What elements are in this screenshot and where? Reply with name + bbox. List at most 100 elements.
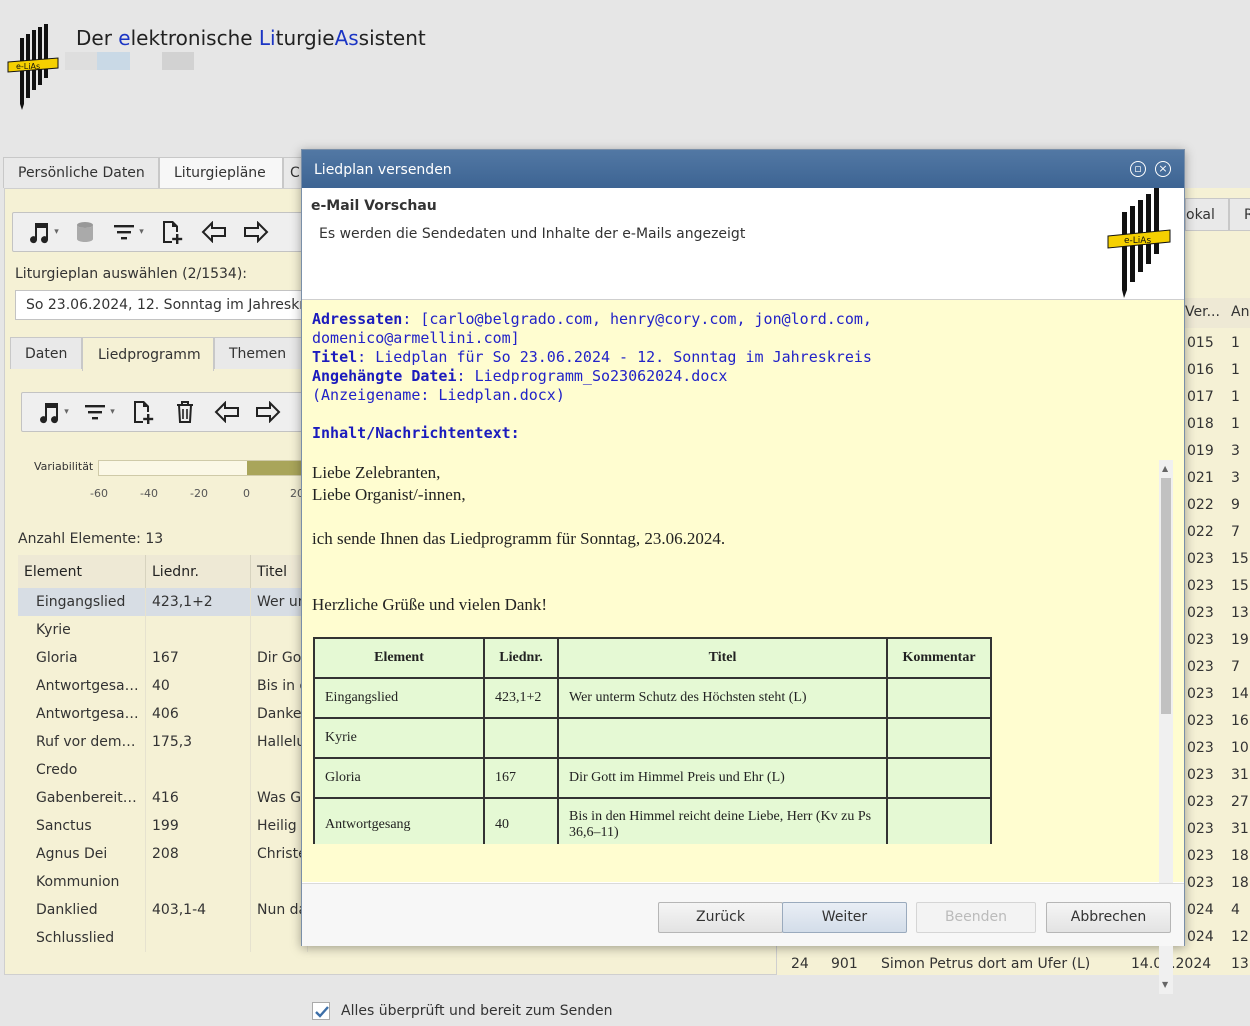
cell-liednr: 208	[145, 840, 251, 868]
maximize-icon[interactable]: ▫	[1130, 161, 1146, 177]
mail-cell-element: Kyrie	[313, 717, 485, 759]
column-header-liednr[interactable]: Liednr.	[145, 555, 251, 588]
cancel-button[interactable]: Abbrechen	[1046, 902, 1171, 933]
finish-button[interactable]: Beenden	[916, 902, 1036, 933]
dialog-footer: Zurück Weiter Beenden Abbrechen	[302, 883, 1184, 946]
plan-toolbar: ▾ ▾	[12, 212, 312, 252]
filter-menu-button[interactable]: ▾	[105, 214, 151, 250]
cell-titel: Wer unterm Schutz des Höchsten steht (L)	[250, 588, 308, 616]
mail-cell-element: Antwortgesang	[313, 797, 485, 844]
table-row[interactable]: Credo	[18, 756, 308, 784]
mail-cell-titel	[557, 717, 888, 759]
dialog-titlebar: Liedplan versenden ▫ ×	[302, 150, 1184, 188]
table-row[interactable]: Schlusslied	[18, 924, 308, 952]
cell-anzahl: 18	[1231, 875, 1249, 891]
filter-menu-button[interactable]: ▾	[76, 394, 122, 430]
scrollbar-thumb[interactable]	[1161, 478, 1171, 714]
table-row[interactable]: Eingangslied423,1+2Wer unterm Schutz des…	[18, 588, 308, 616]
table-row[interactable]: Gloria167Dir Gott im Himmel Preis und Eh…	[18, 644, 308, 672]
subtab-liedprogramm[interactable]: Liedprogramm	[82, 337, 214, 371]
column-header-titel[interactable]: Titel	[250, 555, 308, 588]
previous-button[interactable]	[206, 394, 248, 430]
cell-liednr: 40	[145, 672, 251, 700]
cell-liednr: 167	[145, 644, 251, 672]
mail-cell-liednr: 167	[483, 757, 559, 799]
database-button[interactable]	[65, 214, 105, 250]
table-row[interactable]: Antwortgesang 2406Danket dem Herrn	[18, 700, 308, 728]
music-menu-button[interactable]: ▾	[21, 214, 65, 250]
cell-version: 023	[1187, 794, 1214, 810]
table-row[interactable]: Sanctus199Heilig ist Gott in Herrlichkei…	[18, 812, 308, 840]
subtab-daten[interactable]: Daten	[10, 337, 82, 369]
next-button[interactable]	[248, 394, 288, 430]
mail-column-kommentar: Kommentar	[886, 637, 992, 679]
table-row[interactable]: Antwortgesang40Bis in den Himmel reicht …	[18, 672, 308, 700]
mail-column-element: Element	[313, 637, 485, 679]
tab-next[interactable]: C	[283, 157, 303, 188]
color-swatch	[162, 52, 194, 70]
cell-version: 024	[1187, 929, 1214, 945]
cell-anzahl: 15	[1231, 551, 1249, 567]
cell-version: 023	[1187, 632, 1214, 648]
arrow-right-icon	[244, 221, 269, 243]
table-row[interactable]: Kommunion	[18, 868, 308, 896]
subtab-themen[interactable]: Themen	[214, 337, 304, 369]
variability-tick: -20	[190, 487, 208, 500]
music-menu-button[interactable]: ▾	[30, 394, 76, 430]
mail-cell-kommentar	[886, 677, 992, 719]
next-step-button[interactable]: Weiter	[782, 902, 907, 933]
right-tab-okal[interactable]: okal	[1185, 198, 1229, 231]
cell-element: Schlusslied	[18, 924, 146, 952]
cell-titel	[250, 616, 308, 644]
plan-select-label: Liturgieplan auswählen (2/1534):	[15, 266, 247, 282]
greeting-line-2: Liebe Organist/-innen,	[312, 485, 466, 504]
previous-button[interactable]	[193, 214, 235, 250]
app-title-part: sistent	[358, 26, 426, 50]
cell-anzahl: 3	[1231, 470, 1240, 486]
column-header-anzahl[interactable]: An	[1231, 304, 1249, 320]
table-row[interactable]: Gabenbereitung416Was Gott tut, das ist w…	[18, 784, 308, 812]
table-row[interactable]: Danklied403,1-4Nun danket all und bringe…	[18, 896, 308, 924]
mail-column-titel: Titel	[557, 637, 888, 679]
column-header-element[interactable]: Element	[18, 555, 146, 588]
cell-anzahl: 1	[1231, 335, 1240, 351]
cell-version: 022	[1187, 497, 1214, 513]
cell-liednr: 416	[145, 784, 251, 812]
close-icon[interactable]: ×	[1155, 161, 1171, 177]
table-row[interactable]: Agnus Dei208Christe, du Lamm Gottes	[18, 840, 308, 868]
delete-button[interactable]	[164, 394, 206, 430]
right-tab-r[interactable]: R	[1229, 198, 1250, 231]
column-header-version[interactable]: Ver...	[1185, 304, 1220, 320]
scroll-up-icon[interactable]: ▲	[1162, 464, 1168, 473]
send-songplan-dialog: Liedplan versenden ▫ × e-Mail Vorschau E…	[301, 149, 1185, 1020]
tab-persoenliche-daten[interactable]: Persönliche Daten	[3, 157, 159, 188]
cell-titel: Bis in den Himmel reicht deine Liebe	[250, 672, 308, 700]
add-document-button[interactable]	[151, 214, 193, 250]
checkmark-icon	[315, 1006, 329, 1018]
music-note-icon	[30, 223, 49, 244]
ready-checkbox[interactable]	[312, 1002, 330, 1020]
app-logo: e-LiAs	[1106, 188, 1176, 298]
variability-tick: -60	[90, 487, 108, 500]
table-row[interactable]: Kyrie	[18, 616, 308, 644]
cell-liednr: 423,1+2	[145, 588, 251, 616]
mail-cell-kommentar	[886, 717, 992, 759]
cell-anzahl: 16	[1231, 713, 1249, 729]
app-title-part: As	[334, 26, 359, 50]
email-preview-body: Adressaten: [carlo@belgrado.com, henry@c…	[302, 300, 1184, 1020]
mail-cell-titel: Bis in den Himmel reicht deine Liebe, He…	[557, 797, 888, 844]
mail-cell-liednr: 423,1+2	[483, 677, 559, 719]
add-element-button[interactable]	[122, 394, 164, 430]
cell-version: 018	[1187, 416, 1214, 432]
dialog-description: Es werden die Sendedaten und Inhalte der…	[319, 226, 746, 242]
back-button[interactable]: Zurück	[658, 902, 783, 933]
cell-element: Gabenbereitung	[18, 784, 146, 812]
color-swatch	[65, 52, 97, 70]
scroll-down-icon[interactable]: ▼	[1162, 980, 1168, 989]
table-row[interactable]: Ruf vor dem Evangelium175,3Halleluja	[18, 728, 308, 756]
cell-titel: Nun danket all und bringet Ehr	[250, 896, 308, 924]
cell-liednr: 901	[831, 956, 858, 972]
plan-select[interactable]: So 23.06.2024, 12. Sonntag im Jahreskrei…	[15, 290, 305, 320]
next-button[interactable]	[235, 214, 277, 250]
tab-liturgieplaene[interactable]: Liturgiepläne	[159, 157, 283, 188]
